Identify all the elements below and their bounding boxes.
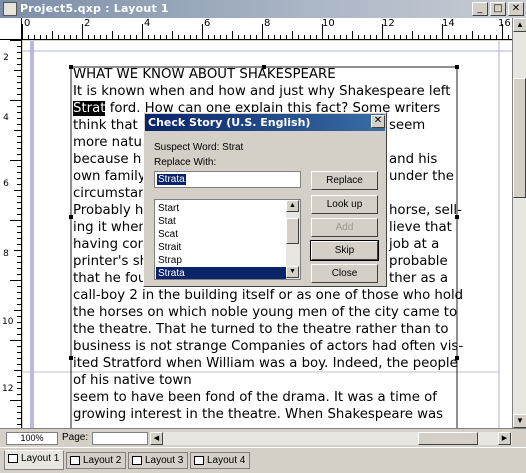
text-line: business is not strange Companies of act… bbox=[73, 339, 464, 354]
text-fragment: and his bbox=[389, 152, 438, 167]
ruler-label: 2 bbox=[3, 53, 9, 63]
text-fragment: probable bbox=[389, 254, 448, 269]
check-story-dialog: Check Story (U.S. English) ✕ Suspect Wor… bbox=[143, 112, 387, 287]
maximize-button[interactable]: □ bbox=[490, 2, 506, 16]
horizontal-scrollbar[interactable]: ◀ ▶ bbox=[150, 432, 512, 445]
ruler-label: 10 bbox=[2, 317, 14, 327]
horizontal-ruler[interactable]: 0 2 4 6 8 10 12 14 16 bbox=[22, 18, 512, 40]
list-scroll-up-button[interactable]: ▲ bbox=[286, 200, 299, 212]
ruler-label: 14 bbox=[442, 18, 455, 29]
layout-icon bbox=[194, 456, 204, 465]
list-scrollbar[interactable]: ▲ ▼ bbox=[286, 200, 300, 279]
vertical-ruler[interactable]: 2 4 6 8 10 12 bbox=[0, 40, 22, 428]
layout-tabs: Layout 1 Layout 2 Layout 3 Layout 4 bbox=[0, 447, 526, 473]
text-fragment: ther as a bbox=[389, 271, 448, 286]
close-button[interactable]: Close bbox=[311, 264, 378, 283]
text-line: seem to have been fond of the drama. It … bbox=[73, 390, 437, 405]
ruler-label: 4 bbox=[144, 18, 151, 29]
title-bar[interactable]: Project5.qxp : Layout 1 _ □ ✕ bbox=[0, 0, 526, 18]
tab-label: Layout 3 bbox=[145, 455, 184, 466]
text-line: ited Stratford when William was a boy. I… bbox=[73, 356, 458, 371]
tab-label: Layout 1 bbox=[21, 453, 60, 464]
look-up-button[interactable]: Look up bbox=[311, 195, 378, 214]
text-line: growing interest in the theatre. When Sh… bbox=[73, 407, 444, 422]
list-item[interactable]: Scat bbox=[156, 228, 286, 241]
list-item-selected[interactable]: Strata bbox=[156, 267, 286, 279]
text-line: of his native town bbox=[73, 373, 192, 388]
replace-with-value: Strata bbox=[157, 174, 186, 185]
skip-button[interactable]: Skip bbox=[310, 240, 379, 261]
tab-layout-3[interactable]: Layout 3 bbox=[128, 452, 188, 469]
text-fragment: job at a bbox=[389, 237, 440, 252]
text-line: call-boy 2 in the building itself or as … bbox=[73, 288, 464, 303]
ruler-ticks bbox=[10, 40, 21, 425]
text-line: the horses on which noble young men of t… bbox=[73, 305, 458, 320]
scroll-right-button[interactable]: ▶ bbox=[498, 432, 511, 445]
dialog-close-button[interactable]: ✕ bbox=[371, 115, 385, 128]
list-scroll-down-button[interactable]: ▼ bbox=[286, 266, 299, 278]
replace-with-label: Replace With: bbox=[154, 157, 217, 168]
vertical-scrollbar[interactable]: ▲ ▼ bbox=[512, 18, 526, 428]
list-item[interactable]: Strap bbox=[156, 254, 286, 267]
zoom-field[interactable]: 100% bbox=[6, 432, 58, 445]
dialog-title: Check Story (U.S. English) bbox=[148, 116, 311, 129]
page-field[interactable] bbox=[92, 432, 148, 445]
tab-label: Layout 4 bbox=[207, 455, 246, 466]
text-overflow-fragments: seem and his under the horse, sell- liev… bbox=[389, 117, 462, 287]
layout-icon bbox=[8, 454, 18, 463]
ruler-label: 12 bbox=[2, 384, 14, 394]
scroll-up-button[interactable]: ▲ bbox=[513, 18, 526, 32]
window-title: Project5.qxp : Layout 1 bbox=[20, 2, 169, 15]
text-fragment: horse, sell- bbox=[389, 203, 462, 218]
text-fragment bbox=[389, 185, 462, 202]
list-item[interactable]: Strait bbox=[156, 241, 286, 254]
scroll-down-button[interactable]: ▼ bbox=[513, 414, 526, 428]
page-label: Page: bbox=[62, 432, 89, 443]
ruler-origin[interactable] bbox=[0, 18, 22, 40]
suspect-word-label: Suspect Word: Strat bbox=[154, 142, 244, 153]
ruler-label: 4 bbox=[3, 113, 9, 123]
close-window-button[interactable]: ✕ bbox=[508, 2, 524, 16]
list-item[interactable]: Start bbox=[156, 202, 286, 215]
ruler-label: 8 bbox=[264, 18, 271, 29]
list-item[interactable]: Stat bbox=[156, 215, 286, 228]
scroll-left-button[interactable]: ◀ bbox=[150, 432, 163, 445]
text-fragment bbox=[389, 134, 462, 151]
text-fragment: under the bbox=[389, 169, 454, 184]
add-button[interactable]: Add bbox=[311, 218, 378, 237]
dialog-title-bar[interactable]: Check Story (U.S. English) bbox=[145, 114, 385, 131]
layout-icon bbox=[70, 456, 80, 465]
tab-layout-1[interactable]: Layout 1 bbox=[4, 450, 64, 470]
ruler-label: 10 bbox=[322, 18, 335, 29]
replace-with-input[interactable]: Strata bbox=[154, 171, 301, 188]
text-line: WHAT WE KNOW ABOUT SHAKESPEARE bbox=[73, 67, 336, 82]
ruler-label: 8 bbox=[3, 249, 9, 259]
text-line: the theatre. That he turned to the theat… bbox=[73, 322, 449, 337]
text-fragment: lieve that bbox=[389, 220, 452, 235]
ruler-label: 0 bbox=[24, 18, 31, 29]
list-scroll-thumb[interactable] bbox=[286, 218, 299, 244]
tab-label: Layout 2 bbox=[83, 455, 122, 466]
text-line: It is known when and how and just why Sh… bbox=[73, 84, 451, 99]
scroll-thumb[interactable] bbox=[513, 78, 526, 198]
minimize-button[interactable]: _ bbox=[472, 2, 488, 16]
suggestions-list[interactable]: Start Stat Scat Strait Strap Strata ▲ ▼ bbox=[154, 199, 301, 280]
ruler-label: 16 bbox=[498, 18, 511, 29]
ruler-label: 6 bbox=[204, 18, 211, 29]
text-fragment: seem bbox=[389, 118, 426, 133]
tab-layout-2[interactable]: Layout 2 bbox=[66, 452, 126, 469]
tab-layout-4[interactable]: Layout 4 bbox=[190, 452, 250, 469]
document-icon bbox=[3, 2, 17, 16]
ruler-label: 6 bbox=[3, 179, 9, 189]
ruler-label: 2 bbox=[84, 18, 91, 29]
h-scroll-thumb[interactable] bbox=[418, 432, 478, 445]
replace-button[interactable]: Replace bbox=[311, 171, 378, 190]
ruler-label: 12 bbox=[382, 18, 395, 29]
highlighted-suspect-word: Strat bbox=[73, 101, 106, 116]
status-bar: 100% Page: ◀ ▶ bbox=[0, 428, 526, 446]
layout-icon bbox=[132, 456, 142, 465]
application-window: Project5.qxp : Layout 1 _ □ ✕ 0 2 4 6 8 … bbox=[0, 0, 526, 473]
